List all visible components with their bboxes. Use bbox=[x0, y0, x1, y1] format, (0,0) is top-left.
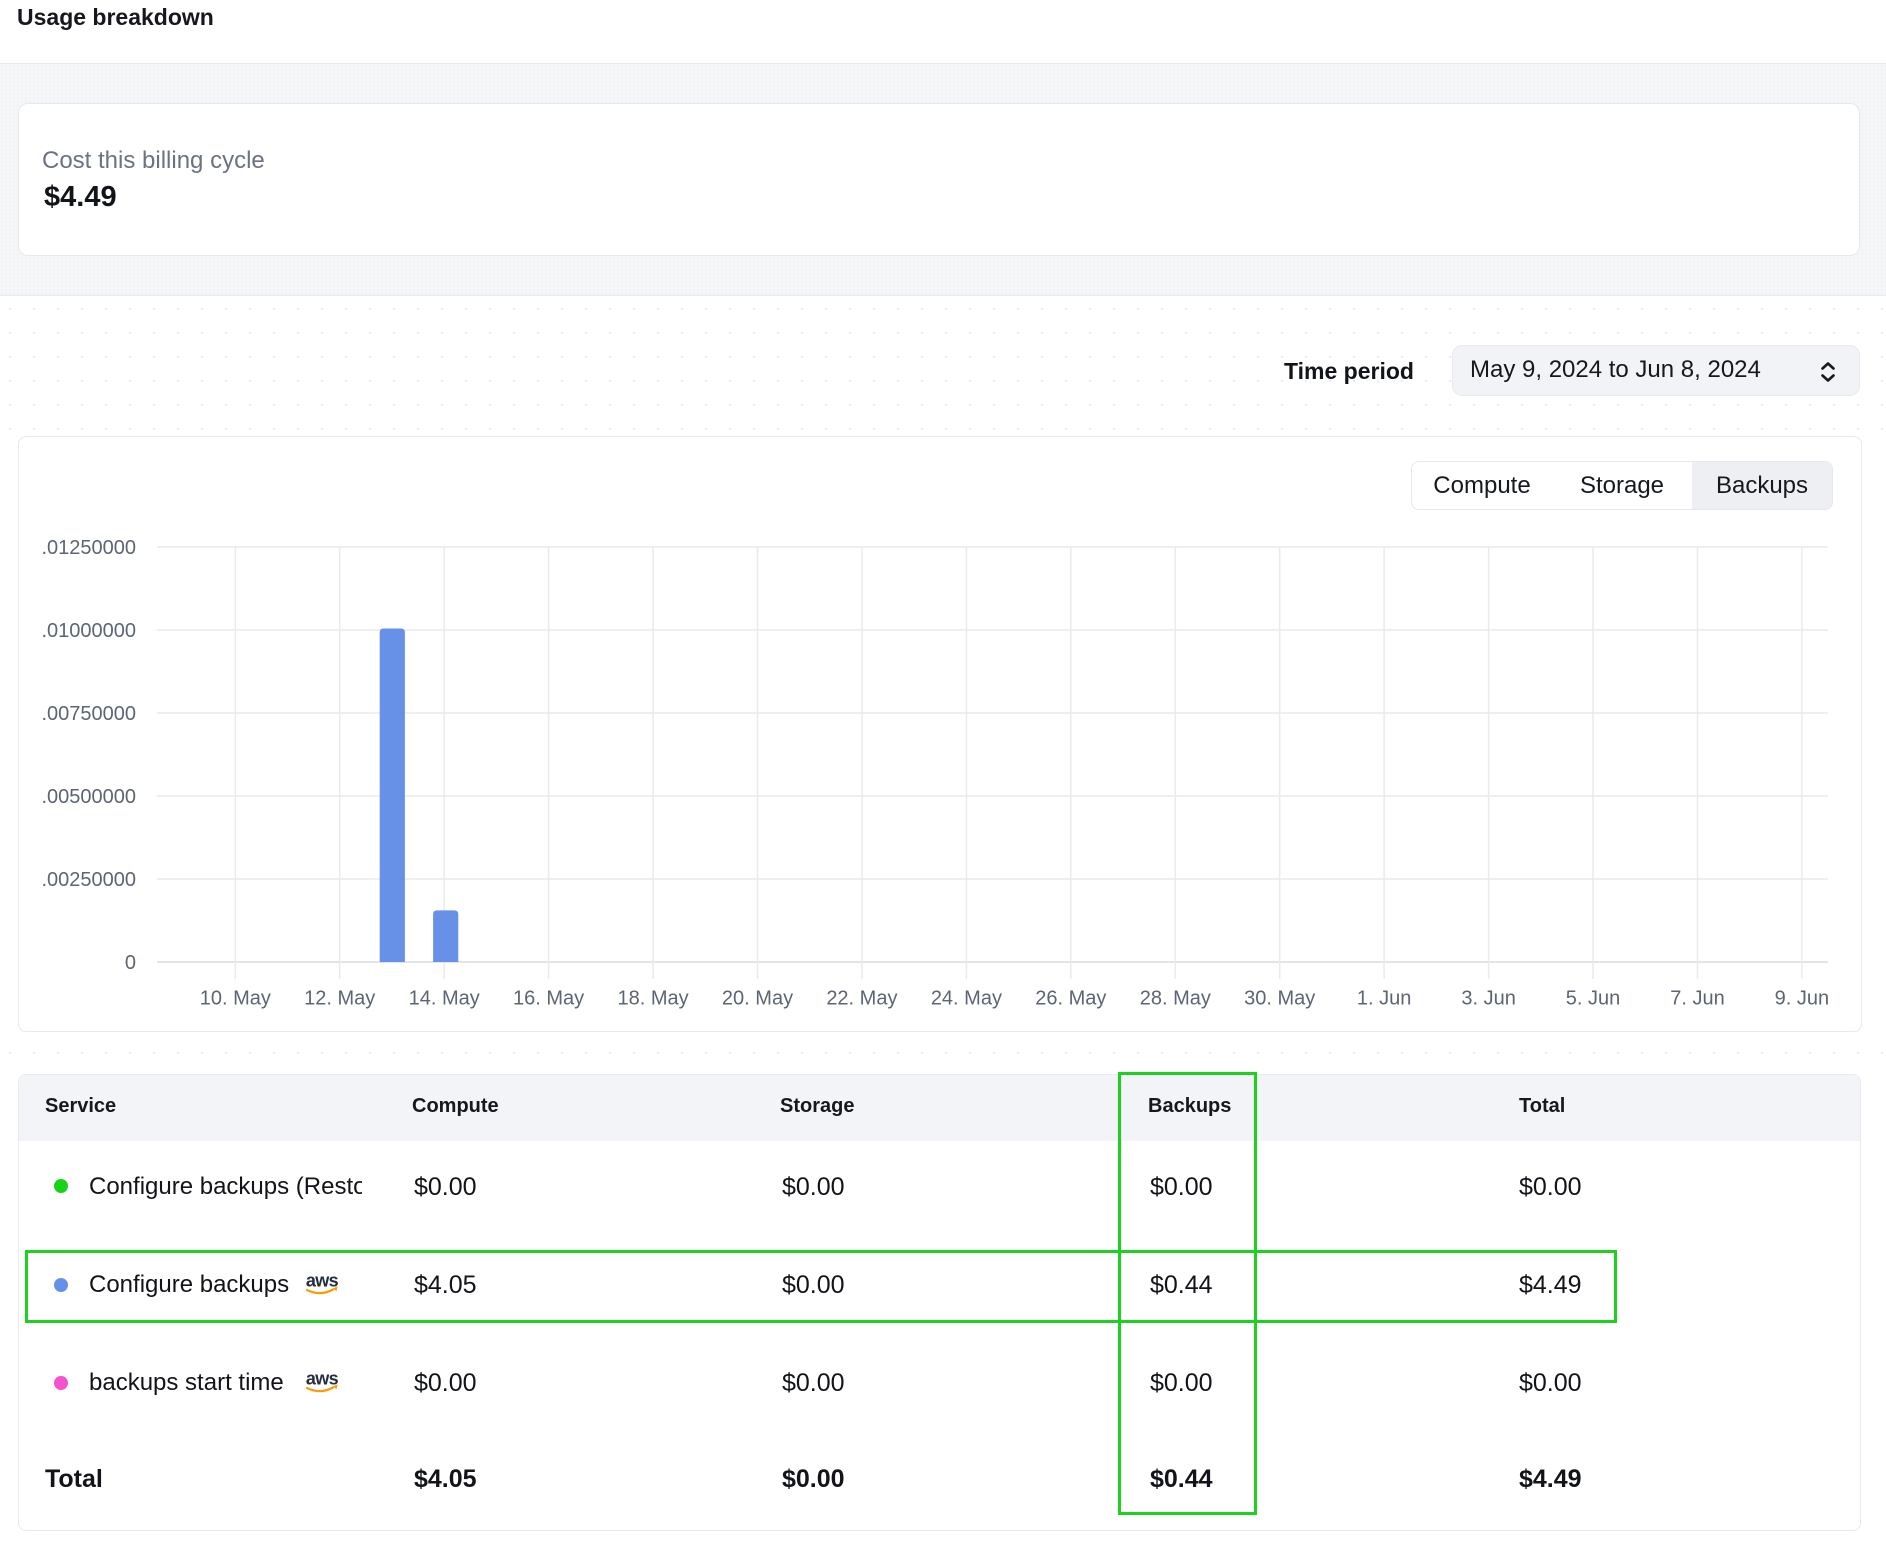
svg-text:.01000000: .01000000 bbox=[41, 620, 136, 642]
svg-text:26. May: 26. May bbox=[1035, 988, 1106, 1010]
svg-text:22. May: 22. May bbox=[826, 988, 897, 1010]
svg-text:aws: aws bbox=[306, 1372, 339, 1389]
svg-text:18. May: 18. May bbox=[618, 988, 689, 1010]
svg-text:.00750000: .00750000 bbox=[41, 703, 136, 725]
svg-text:12. May: 12. May bbox=[304, 988, 375, 1010]
svg-text:3. Jun: 3. Jun bbox=[1461, 988, 1515, 1010]
svg-text:14. May: 14. May bbox=[409, 988, 480, 1010]
svg-text:28. May: 28. May bbox=[1140, 988, 1211, 1010]
svg-text:5. Jun: 5. Jun bbox=[1566, 988, 1620, 1010]
svg-text:30. May: 30. May bbox=[1244, 988, 1315, 1010]
svg-text:7. Jun: 7. Jun bbox=[1670, 988, 1724, 1010]
svg-text:24. May: 24. May bbox=[931, 988, 1002, 1010]
svg-text:1. Jun: 1. Jun bbox=[1357, 988, 1411, 1010]
svg-text:9. Jun: 9. Jun bbox=[1775, 988, 1829, 1010]
svg-text:0: 0 bbox=[125, 952, 136, 974]
svg-text:.00250000: .00250000 bbox=[41, 869, 136, 891]
svg-text:.00500000: .00500000 bbox=[41, 786, 136, 808]
svg-text:.01250000: .01250000 bbox=[41, 537, 136, 559]
svg-text:20. May: 20. May bbox=[722, 988, 793, 1010]
svg-text:16. May: 16. May bbox=[513, 988, 584, 1010]
svg-text:10. May: 10. May bbox=[200, 988, 271, 1010]
